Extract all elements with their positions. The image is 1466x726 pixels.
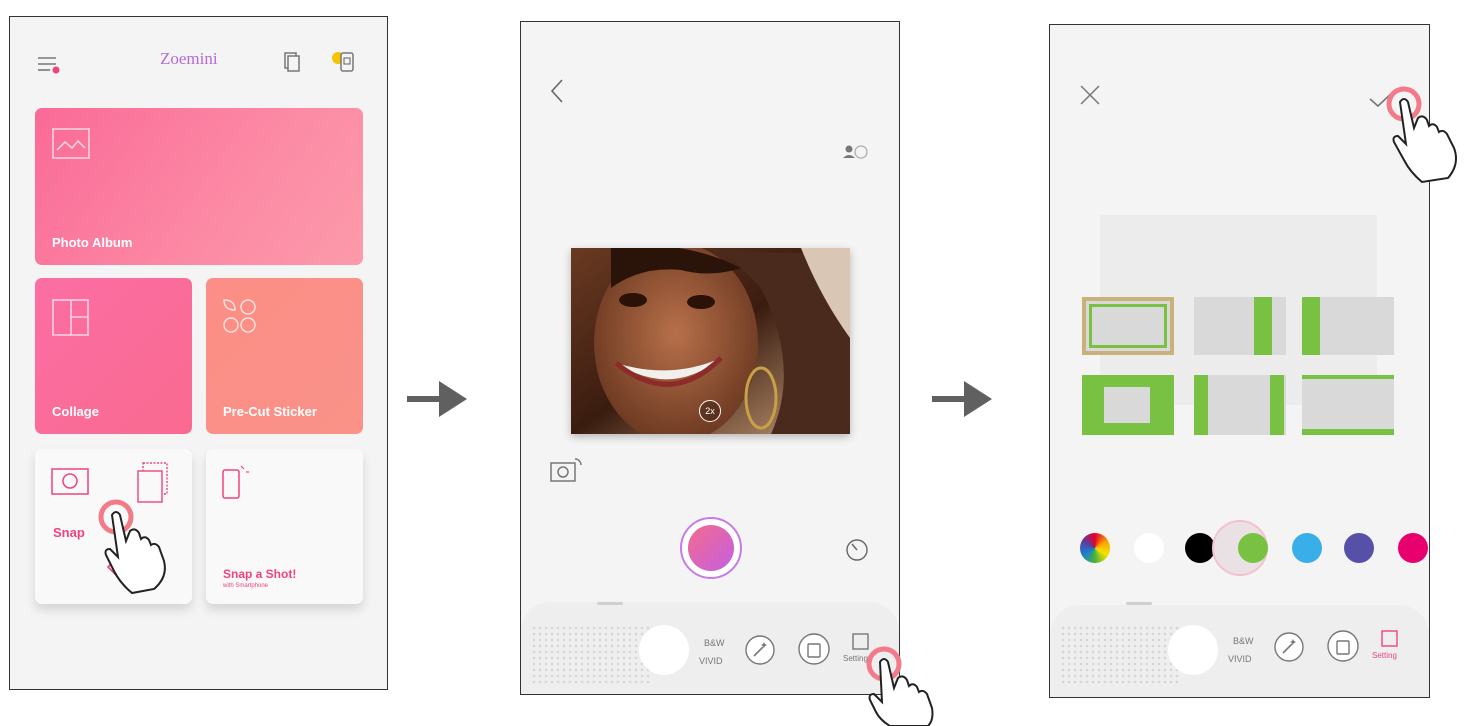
snap-a-shot-card[interactable]: Snap a Shot! with Smartphone — [206, 449, 363, 604]
border-option-4[interactable] — [1082, 375, 1174, 435]
border-settings-screen: B&W VIVID Setting — [1049, 24, 1430, 698]
swatch-purple[interactable] — [1344, 533, 1374, 563]
collage-label: Collage — [52, 404, 99, 419]
switch-camera-icon[interactable] — [549, 455, 585, 485]
swatch-black[interactable] — [1185, 533, 1215, 563]
border-option-2[interactable] — [1194, 297, 1286, 355]
printer-queue-icon[interactable] — [282, 51, 302, 73]
tap-hand-icon — [1386, 86, 1457, 184]
magic-wand-icon[interactable] — [744, 634, 776, 666]
arrow-right-icon — [407, 381, 467, 417]
swatch-multicolor[interactable] — [1080, 533, 1110, 563]
snap-a-shot-subtitle: with Smartphone — [223, 583, 269, 589]
shutter-button[interactable] — [680, 517, 742, 579]
swatch-white[interactable] — [1134, 533, 1164, 563]
tap-hand-icon — [866, 646, 934, 726]
shutter-inner — [688, 525, 734, 571]
sticker-icon — [223, 299, 256, 333]
snap-a-shot-title: Snap a Shot! — [223, 567, 297, 581]
swatch-magenta[interactable] — [1398, 533, 1428, 563]
face-detect-toggle-icon[interactable] — [841, 142, 871, 162]
printer-icon[interactable] — [797, 632, 831, 666]
arrow-right-icon — [932, 381, 992, 417]
drag-handle[interactable] — [1126, 602, 1152, 605]
timer-icon[interactable] — [844, 537, 870, 563]
border-option-3[interactable] — [1302, 297, 1394, 355]
mode-vivid-label[interactable]: VIVID — [699, 656, 723, 666]
tap-hand-icon — [98, 499, 166, 595]
swatch-blue[interactable] — [1292, 533, 1322, 563]
mode-bw-label[interactable]: B&W — [1233, 636, 1254, 646]
close-icon[interactable] — [1078, 83, 1102, 107]
app-title: Zoemini — [160, 49, 218, 68]
swatch-green[interactable] — [1238, 533, 1268, 563]
dot-pattern — [531, 625, 651, 683]
zoom-badge[interactable]: 2x — [699, 400, 721, 422]
setting-square-icon[interactable] — [1380, 629, 1400, 649]
image-icon — [52, 128, 90, 159]
camera-icon — [51, 468, 89, 495]
dot-pattern — [1060, 625, 1180, 683]
printer-icon[interactable] — [1326, 629, 1360, 663]
menu-icon[interactable] — [37, 55, 63, 75]
magic-wand-icon[interactable] — [1273, 631, 1305, 663]
collage-tile[interactable]: Collage — [35, 278, 192, 434]
collage-icon — [52, 299, 89, 336]
back-chevron-icon[interactable] — [549, 78, 565, 104]
snap-label: Snap — [53, 525, 85, 540]
gallery-thumbnail[interactable] — [1168, 625, 1218, 675]
pre-cut-sticker-label: Pre-Cut Sticker — [223, 404, 317, 419]
photo-album-label: Photo Album — [52, 235, 133, 250]
gallery-thumbnail[interactable] — [639, 625, 689, 675]
border-option-1[interactable] — [1082, 297, 1174, 355]
setting-label[interactable]: Setting — [1372, 651, 1397, 660]
mode-vivid-label[interactable]: VIVID — [1228, 654, 1252, 664]
smartphone-icon — [222, 465, 249, 499]
drag-handle[interactable] — [597, 602, 623, 605]
photo-album-tile[interactable]: Photo Album — [35, 108, 363, 265]
border-option-6[interactable] — [1302, 375, 1394, 435]
printer-status-icon[interactable] — [330, 49, 360, 75]
camera-screen: 2x B&W VIVID Setting — [520, 21, 900, 695]
home-screen: Zoemini Photo Album Collage Pre-Cut Stic… — [9, 16, 388, 690]
border-option-5[interactable] — [1194, 375, 1286, 435]
pre-cut-sticker-tile[interactable]: Pre-Cut Sticker — [206, 278, 363, 434]
photo-preview: 2x — [571, 248, 850, 434]
mode-bw-label[interactable]: B&W — [704, 638, 725, 648]
